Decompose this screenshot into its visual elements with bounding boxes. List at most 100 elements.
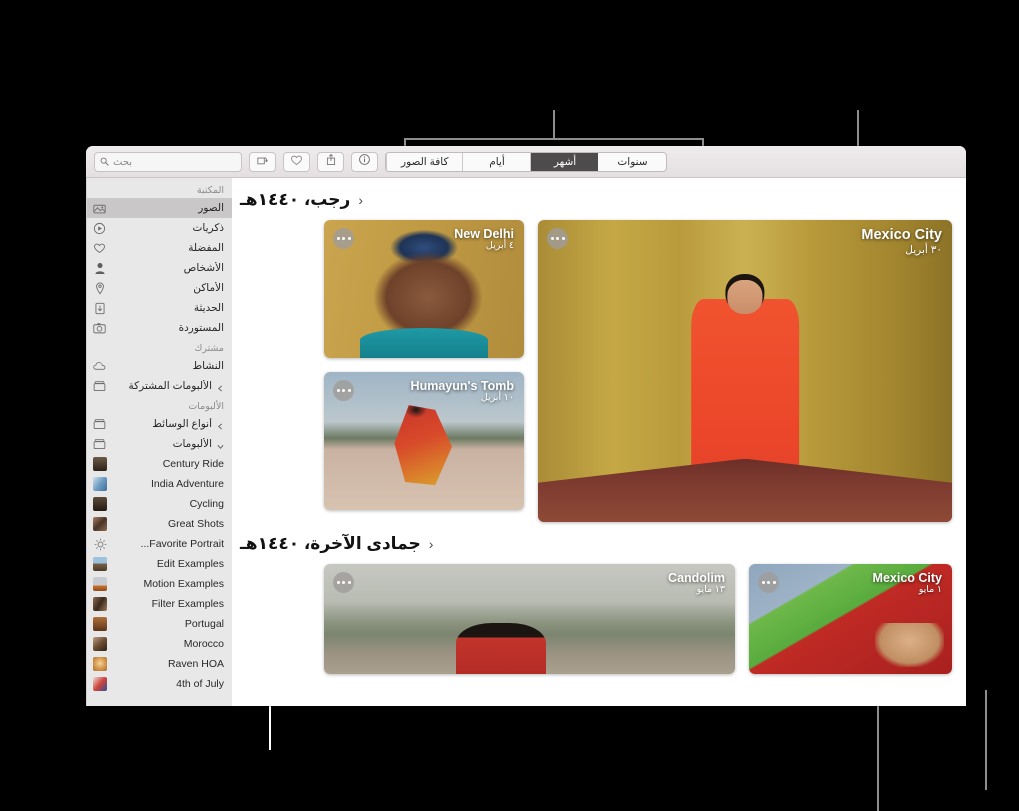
month-header-jumada[interactable]: جمادى الآخرة، ١٤٤٠هـ ‹	[240, 522, 958, 564]
search-input[interactable]: بحث	[94, 152, 242, 172]
view-mode-segmented-control[interactable]: كافة الصور أيام أشهر سنوات	[385, 152, 667, 172]
photo-card-candolim[interactable]: Candolim ١٣ مايو	[324, 564, 735, 674]
sidebar-item-activity[interactable]: النشاط	[87, 356, 232, 376]
photo-date: ٣٠ أبريل	[861, 244, 942, 256]
sidebar-item-recents[interactable]: الحديثة	[87, 298, 232, 318]
sidebar-album-century-ride[interactable]: Century Ride	[87, 454, 232, 474]
sidebar-album-filter-examples[interactable]: Filter Examples	[87, 594, 232, 614]
photo-card-mexico-city-2[interactable]: Mexico City ١ مايو	[749, 564, 952, 674]
photo-caption: New Delhi ٤ أبريل	[454, 227, 514, 252]
photo-caption: Humayun's Tomb ١٠ أبريل	[411, 379, 514, 404]
photo-floor	[538, 459, 952, 522]
album-thumbnail	[93, 477, 107, 491]
photo-caption: Mexico City ١ مايو	[873, 571, 942, 596]
month-title: رجب، ١٤٤٠هـ	[240, 190, 350, 210]
sidebar-album-india-adventure[interactable]: India Adventure	[87, 474, 232, 494]
segment-days[interactable]: أيام	[462, 153, 530, 171]
photo-more-button[interactable]	[333, 228, 354, 249]
recents-icon	[93, 302, 106, 315]
chevron-left-icon[interactable]: ‹	[358, 193, 363, 207]
favorite-button[interactable]	[283, 152, 310, 172]
photo-more-button[interactable]	[758, 572, 779, 593]
photo-grid-column: New Delhi ٤ أبريل Humayun's Tomb ١٠ أبري…	[324, 220, 524, 522]
sidebar-item-albums[interactable]: الألبومات	[87, 434, 232, 454]
share-button[interactable]	[317, 152, 344, 172]
pin-icon	[93, 282, 106, 295]
photo-card-new-delhi[interactable]: New Delhi ٤ أبريل	[324, 220, 524, 358]
album-thumbnail	[93, 677, 107, 691]
photo-date: ٤ أبريل	[454, 241, 514, 252]
sidebar-item-label: الصور	[111, 202, 224, 214]
sidebar-item-places[interactable]: الأماكن	[87, 278, 232, 298]
sidebar-album-label: Motion Examples	[112, 578, 224, 590]
photo-more-button[interactable]	[333, 380, 354, 401]
sidebar-item-photos[interactable]: الصور	[87, 198, 232, 218]
toolbar-left-group: بحث	[94, 146, 689, 178]
sidebar-item-label: الحديثة	[111, 302, 224, 314]
cloud-icon	[93, 360, 106, 373]
sidebar[interactable]: المكتبة الصور	[86, 178, 232, 706]
sidebar-album-label: Favorite Portrait...	[112, 538, 224, 550]
month-header-rajab[interactable]: رجب، ١٤٤٠هـ ‹	[240, 178, 958, 220]
sidebar-album-favorite-portrait[interactable]: Favorite Portrait...	[87, 534, 232, 554]
sidebar-album-great-shots[interactable]: Great Shots	[87, 514, 232, 534]
sidebar-item-label: النشاط	[111, 360, 224, 372]
sidebar-item-memories[interactable]: ذكريات	[87, 218, 232, 238]
sidebar-album-edit-examples[interactable]: Edit Examples	[87, 554, 232, 574]
callout-album-thumb-stem	[985, 690, 987, 790]
album-icon	[93, 438, 106, 451]
photo-grid-rajab: Mexico City ٣٠ أبريل New Delhi ٤ أبريل	[240, 220, 958, 522]
toolbar: بحث	[86, 146, 966, 178]
photo-more-button[interactable]	[333, 572, 354, 593]
photo-card-humayuns-tomb[interactable]: Humayun's Tomb ١٠ أبريل	[324, 372, 524, 510]
sidebar-album-label: Morocco	[112, 638, 224, 650]
chevron-down-icon[interactable]	[217, 441, 224, 448]
sidebar-album-motion-examples[interactable]: Motion Examples	[87, 574, 232, 594]
info-button[interactable]	[351, 152, 378, 172]
rotate-button[interactable]	[249, 152, 276, 172]
sidebar-item-label: ذكريات	[111, 222, 224, 234]
sidebar-album-label: Raven HOA	[112, 658, 224, 670]
sidebar-item-label: المفضلة	[111, 242, 224, 254]
photo-more-button[interactable]	[547, 228, 568, 249]
segment-months[interactable]: أشهر	[530, 153, 598, 171]
person-icon	[93, 262, 106, 275]
sidebar-album-raven-hoa[interactable]: Raven HOA	[87, 654, 232, 674]
album-thumbnail	[93, 517, 107, 531]
sidebar-album-label: Edit Examples	[112, 558, 224, 570]
sidebar-item-imports[interactable]: المستوردة	[87, 318, 232, 338]
chevron-left-icon[interactable]	[217, 383, 224, 390]
album-thumbnail	[93, 597, 107, 611]
photo-grid-jumada: Mexico City ١ مايو Candolim ١٣ مايو	[240, 564, 958, 674]
sidebar-item-label: الأماكن	[111, 282, 224, 294]
sidebar-item-people[interactable]: الأشخاص	[87, 258, 232, 278]
album-icon	[93, 380, 106, 393]
sidebar-album-morocco[interactable]: Morocco	[87, 634, 232, 654]
sidebar-album-label: Century Ride	[112, 458, 224, 470]
segment-all-photos[interactable]: كافة الصور	[386, 153, 462, 171]
album-thumbnail	[93, 577, 107, 591]
callout-top-stem	[553, 110, 555, 140]
sidebar-album-label: Filter Examples	[112, 598, 224, 610]
album-thumbnail	[93, 657, 107, 671]
photos-content[interactable]: رجب، ١٤٤٠هـ ‹ Mexico City ٣٠	[232, 178, 966, 706]
chevron-left-icon[interactable]	[217, 421, 224, 428]
album-thumbnail	[93, 457, 107, 471]
sidebar-album-cycling[interactable]: Cycling	[87, 494, 232, 514]
photo-card-mexico-city[interactable]: Mexico City ٣٠ أبريل	[538, 220, 952, 522]
sidebar-item-shared-albums[interactable]: الألبومات المشتركة	[87, 376, 232, 396]
sidebar-album-portugal[interactable]: Portugal	[87, 614, 232, 634]
callout-top-bracket	[404, 138, 704, 140]
sidebar-item-media-types[interactable]: أنواع الوسائط	[87, 414, 232, 434]
album-thumbnail	[93, 637, 107, 651]
gear-icon	[93, 537, 107, 551]
month-title: جمادى الآخرة، ١٤٤٠هـ	[240, 534, 421, 554]
segment-years[interactable]: سنوات	[598, 153, 666, 171]
sidebar-item-label: أنواع الوسائط	[111, 418, 212, 430]
sidebar-album-4th-of-july[interactable]: 4th of July	[87, 674, 232, 694]
photos-icon	[93, 202, 106, 215]
sidebar-album-label: Cycling	[112, 498, 224, 510]
sidebar-item-favorites[interactable]: المفضلة	[87, 238, 232, 258]
sidebar-album-label: India Adventure	[112, 478, 224, 490]
chevron-left-icon[interactable]: ‹	[429, 537, 434, 551]
